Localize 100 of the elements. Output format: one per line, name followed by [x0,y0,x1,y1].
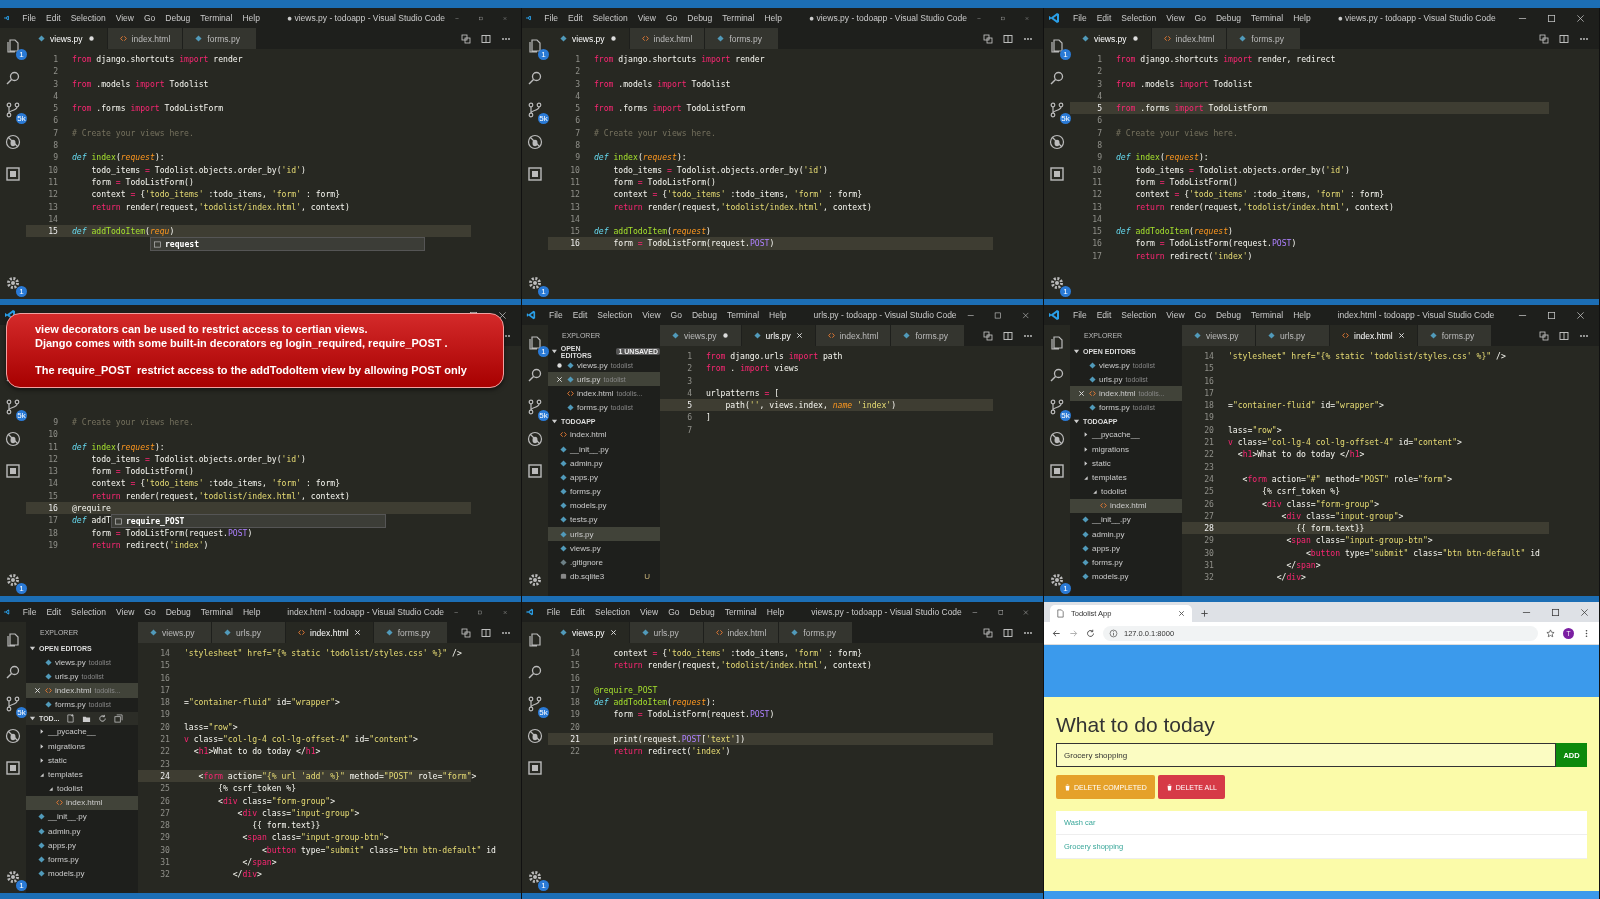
editor-tab[interactable]: index.html [1151,28,1228,49]
source-control-icon[interactable] [527,399,543,415]
source-control-icon[interactable] [1049,399,1065,415]
tree-item[interactable]: __init__.py [548,441,660,457]
extensions-icon[interactable] [5,166,21,182]
extensions-icon[interactable] [527,463,543,479]
tree-item[interactable]: todolist [1070,484,1182,499]
refresh-icon[interactable] [98,713,108,723]
editor-tab[interactable]: urls.py [741,325,816,346]
menu-item[interactable]: Edit [41,13,66,23]
settings-icon[interactable] [1049,275,1065,291]
tree-item[interactable]: templates [1070,470,1182,485]
editor-tab[interactable]: views.py [548,28,630,49]
tree-item[interactable]: __pycache__ [26,724,138,739]
menu-item[interactable]: View [632,13,661,23]
tree-item[interactable]: db.sqlite3 U [548,569,660,584]
editor-tab[interactable]: index.html [703,622,780,643]
menu-item[interactable]: Debug [160,607,196,617]
tree-item[interactable]: .gitignore [548,555,660,570]
menu-item[interactable]: Selection [1116,13,1162,23]
tree-item[interactable]: admin.py [1070,527,1182,542]
menu-item[interactable]: Selection [592,310,638,320]
settings-icon[interactable] [1049,572,1065,588]
split-editor-icon[interactable] [1003,330,1013,341]
caret-icon[interactable] [551,348,558,355]
reload-icon[interactable] [1086,628,1095,638]
extensions-icon[interactable] [1049,166,1065,182]
editor-tab[interactable]: urls.py [212,622,286,643]
files-icon[interactable] [5,632,21,648]
menu-item[interactable]: View [1161,13,1190,23]
editor-tab[interactable]: forms.py [1227,28,1302,49]
menu-item[interactable]: Help [764,310,792,320]
editor-tab[interactable]: urls.py [1256,325,1330,346]
tree-item[interactable]: __init__.py [26,809,138,825]
extensions-icon[interactable] [5,463,21,479]
tree-item[interactable]: migrations [1070,441,1182,457]
search-icon[interactable] [527,70,543,86]
search-icon[interactable] [527,367,543,383]
tree-item[interactable]: __init__.py [1070,512,1182,528]
compare-icon[interactable] [983,33,993,44]
split-editor-icon[interactable] [481,627,491,638]
editor-tab[interactable]: index.html [107,28,184,49]
menu-item[interactable]: Terminal [1246,310,1289,320]
tree-item[interactable]: todolist [26,781,138,796]
maximize-icon[interactable] [994,310,1002,320]
source-control-icon[interactable] [527,696,543,712]
menu-item[interactable]: File [17,607,42,617]
close-icon[interactable] [1580,607,1589,617]
source-control-icon[interactable] [5,696,21,712]
menu-item[interactable]: Terminal [1246,13,1289,23]
tree-item[interactable]: static [26,753,138,768]
editor-tab[interactable]: index.html [815,325,892,346]
menu-item[interactable]: Selection [65,13,111,23]
new-file-icon[interactable] [66,713,76,723]
source-control-icon[interactable] [5,399,21,415]
extensions-icon[interactable] [5,760,21,776]
menu-item[interactable]: Edit [41,607,67,617]
editor-tab[interactable]: forms.py [1417,325,1492,346]
menu-item[interactable]: Go [665,310,687,320]
split-editor-icon[interactable] [1559,330,1569,341]
menu-item[interactable]: File [539,13,564,23]
split-editor-icon[interactable] [1559,33,1569,44]
caret-icon[interactable] [551,417,558,425]
debug-icon[interactable] [527,728,543,744]
menu-item[interactable]: Go [663,607,685,617]
menu-item[interactable]: Help [1288,13,1316,23]
menu-item[interactable]: Debug [1210,310,1246,320]
editor-tab[interactable]: index.html [629,28,706,49]
tree-item[interactable]: apps.py [1070,541,1182,556]
tree-item[interactable]: views.py [548,541,660,556]
tree-item[interactable]: static [1070,456,1182,471]
menu-item[interactable]: Help [761,607,790,617]
files-icon[interactable] [1049,38,1065,54]
tree-item[interactable]: admin.py [26,824,138,839]
info-icon[interactable] [1109,628,1118,638]
search-icon[interactable] [527,664,543,680]
files-icon[interactable] [527,335,543,351]
debug-icon[interactable] [527,134,543,150]
files-icon[interactable] [1049,335,1065,351]
split-editor-icon[interactable] [481,33,491,44]
menu-item[interactable]: View [1161,310,1190,320]
tree-item[interactable]: forms.py [26,852,138,867]
settings-icon[interactable] [5,572,21,588]
tree-item[interactable]: templates [26,767,138,782]
tree-item[interactable]: models.py [548,498,660,513]
tree-item[interactable]: urls.py [548,527,660,542]
menu-item[interactable]: Debug [682,13,718,23]
menu-item[interactable]: File [541,607,566,617]
caret-icon[interactable] [29,714,36,722]
back-icon[interactable] [1052,628,1061,638]
menu-item[interactable]: Terminal [195,607,238,617]
menu-item[interactable]: View [111,607,140,617]
new-tab-icon[interactable] [1200,609,1209,618]
editor-tab[interactable]: views.py [26,28,108,49]
menu-item[interactable]: File [1068,310,1092,320]
tree-item[interactable]: migrations [26,738,138,754]
compare-icon[interactable] [1539,33,1549,44]
menu-item[interactable]: Help [759,13,787,23]
tree-item[interactable]: models.py [26,866,138,881]
menu-item[interactable]: Selection [590,607,635,617]
